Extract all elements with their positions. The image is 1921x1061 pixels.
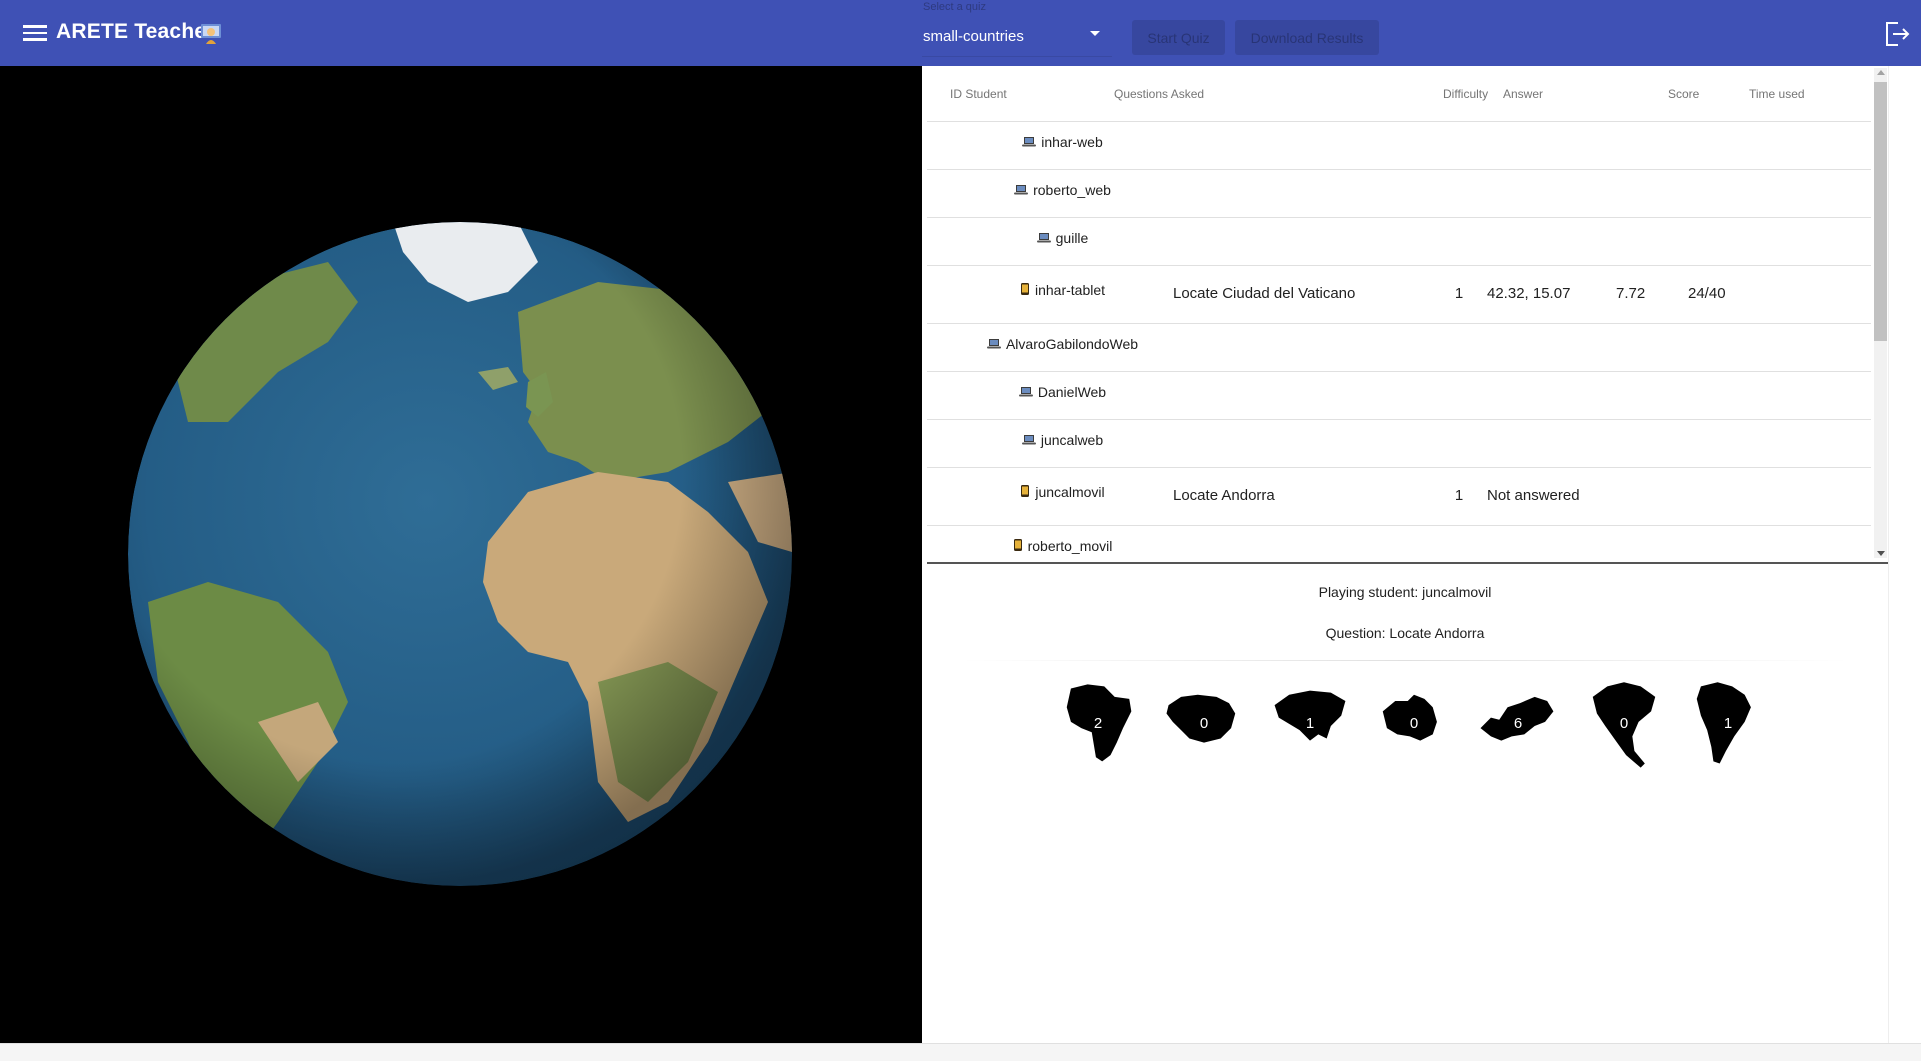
mobile-icon [1012, 538, 1028, 554]
student-id-cell: inhar-tablet [927, 282, 1197, 298]
header-id-student[interactable]: ID Student [950, 87, 1007, 101]
table-row[interactable]: DanielWeb [927, 372, 1871, 420]
table-row[interactable]: juncalmovil Locate Andorra 1 Not answered [927, 468, 1871, 526]
student-id-text: inhar-tablet [1034, 282, 1106, 298]
continent-count: 2 [1093, 715, 1103, 732]
question-cell: Locate Andorra [1173, 487, 1275, 504]
table-scrollbar-thumb[interactable] [1874, 82, 1887, 341]
continent-africa[interactable]: 2 [1056, 676, 1140, 776]
difficulty-cell: 1 [1454, 285, 1464, 302]
students-table: ID Student Questions Asked Difficulty An… [922, 66, 1888, 562]
header-time-used[interactable]: Time used [1749, 87, 1805, 101]
scroll-up-arrow-icon[interactable] [1877, 70, 1885, 75]
student-id-text: juncalmovil [1035, 484, 1105, 500]
scroll-down-arrow-icon[interactable] [1877, 551, 1885, 556]
app-title: ARETE Teacher [56, 20, 215, 43]
select-underline [922, 56, 1112, 57]
current-question-text: Question: Locate Andorra [1325, 625, 1485, 641]
continent-oceania[interactable]: 0 [1372, 676, 1456, 776]
answer-cell: Not answered [1487, 487, 1580, 504]
laptop-icon [1021, 134, 1041, 150]
continent-asia[interactable]: 1 [1268, 676, 1352, 776]
student-id-cell: roberto_movil [927, 538, 1197, 554]
score-cell: 7.72 [1616, 285, 1646, 302]
continent-count: 0 [1619, 715, 1629, 732]
header-score[interactable]: Score [1668, 87, 1699, 101]
quiz-select-caption: Select a quiz [923, 1, 986, 13]
laptop-icon [986, 336, 1006, 352]
laptop-icon [1013, 182, 1033, 198]
app-bar: ARETE Teacher Select a quiz small-countr… [0, 0, 1921, 66]
student-id-cell: inhar-web [927, 134, 1197, 150]
student-id-cell: roberto_web [927, 182, 1197, 198]
globe-view[interactable] [0, 66, 922, 1043]
student-id-cell: DanielWeb [927, 384, 1197, 400]
student-id-text: inhar-web [1041, 134, 1103, 150]
start-quiz-button[interactable]: Start Quiz [1132, 20, 1225, 55]
laptop-icon [1018, 384, 1038, 400]
table-row[interactable]: inhar-tablet Locate Ciudad del Vaticano 1 4… [927, 266, 1871, 324]
table-row[interactable]: guille [927, 218, 1871, 266]
quiz-select[interactable]: Select a quiz small-countries [922, 0, 1112, 66]
continent-europe[interactable]: 6 [1476, 676, 1560, 776]
window-bottom-bar [0, 1043, 1921, 1061]
header-questions-asked[interactable]: Questions Asked [1114, 87, 1204, 101]
continent-count: 1 [1723, 715, 1733, 732]
quiz-select-value: small-countries [923, 28, 1024, 45]
student-id-cell: guille [927, 230, 1197, 246]
question-cell: Locate Ciudad del Vaticano [1173, 285, 1356, 302]
difficulty-cell: 1 [1454, 487, 1464, 504]
details-divider [960, 660, 1850, 661]
student-id-text: AlvaroGabilondoWeb [1005, 336, 1139, 352]
continent-antarctica[interactable]: 0 [1162, 676, 1246, 776]
student-id-cell: juncalweb [927, 432, 1197, 448]
chevron-down-icon [1090, 31, 1100, 36]
student-id-text: roberto_web [1033, 182, 1111, 198]
playing-student-text: Playing student: juncalmovil [1318, 584, 1492, 600]
student-id-cell: juncalmovil [927, 484, 1197, 500]
laptop-icon [1036, 230, 1056, 246]
right-gutter [1888, 66, 1921, 1043]
table-bottom-border [927, 562, 1888, 564]
student-id-text: roberto_movil [1027, 538, 1113, 554]
mobile-icon [1019, 484, 1035, 500]
student-id-text: juncalweb [1040, 432, 1104, 448]
table-row[interactable]: inhar-web [927, 122, 1871, 170]
table-header: ID Student Questions Asked Difficulty An… [927, 66, 1871, 122]
menu-icon[interactable] [23, 22, 47, 44]
table-row[interactable]: roberto_movil [927, 526, 1871, 562]
logout-icon[interactable] [1884, 21, 1910, 47]
laptop-icon [1021, 432, 1041, 448]
continent-count: 0 [1409, 715, 1419, 732]
continent-north-america[interactable]: 0 [1582, 676, 1666, 776]
header-answer[interactable]: Answer [1503, 87, 1543, 101]
earth-globe[interactable] [128, 222, 792, 886]
table-row[interactable]: AlvaroGabilondoWeb [927, 324, 1871, 372]
answer-cell: 42.32, 15.07 [1487, 285, 1571, 302]
continent-count: 1 [1305, 715, 1315, 732]
table-row[interactable]: roberto_web [927, 170, 1871, 218]
continent-count: 0 [1199, 715, 1209, 732]
header-difficulty[interactable]: Difficulty [1443, 87, 1488, 101]
student-id-cell: AlvaroGabilondoWeb [927, 336, 1197, 352]
teacher-emoji-icon [201, 24, 221, 44]
table-row[interactable]: juncalweb [927, 420, 1871, 468]
download-results-button[interactable]: Download Results [1235, 20, 1379, 55]
student-id-text: DanielWeb [1037, 384, 1107, 400]
continent-south-america[interactable]: 1 [1686, 676, 1770, 776]
time-used-cell: 24/40 [1688, 285, 1726, 302]
student-id-text: guille [1055, 230, 1089, 246]
mobile-icon [1019, 282, 1035, 298]
continent-count: 6 [1513, 715, 1523, 732]
